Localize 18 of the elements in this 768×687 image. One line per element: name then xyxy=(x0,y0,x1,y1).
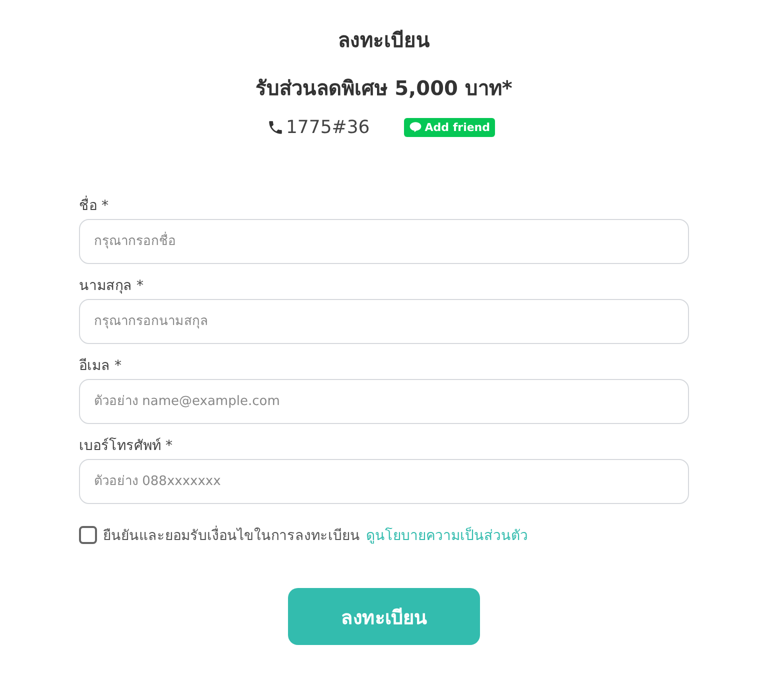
promo-heading: รับส่วนลดพิเศษ 5,000 บาท* xyxy=(256,75,512,102)
input-field[interactable]: กรุณากรอกนามสกุล xyxy=(79,299,689,344)
consent-text: ยืนยันและยอมรับเงื่อนไขในการลงทะเบียน xyxy=(103,524,360,546)
field-label: นามสกุล * xyxy=(79,277,144,296)
field-label: อีเมล * xyxy=(79,357,122,376)
field-label: เบอร์โทรศัพท์ * xyxy=(79,436,174,456)
phone-number: 1775#36 xyxy=(286,116,370,138)
checkbox[interactable] xyxy=(79,526,97,544)
input-field[interactable]: ตัวอย่าง name@example.com xyxy=(79,379,689,424)
input-field[interactable]: ตัวอย่าง 088xxxxxxx xyxy=(79,459,689,504)
add-friend-button[interactable]: Add friend xyxy=(404,118,496,136)
phone-icon xyxy=(266,118,284,136)
input-field[interactable]: กรุณากรอกชื่อ xyxy=(79,219,689,264)
speech-bubble-icon xyxy=(408,121,422,133)
register-button[interactable]: ลงทะเบียน xyxy=(288,588,480,645)
page-title: ลงทะเบียน xyxy=(338,27,430,54)
privacy-policy-link[interactable]: ดูนโยบายความเป็นส่วนตัว xyxy=(366,524,528,546)
field-label: ชื่อ * xyxy=(79,196,689,219)
